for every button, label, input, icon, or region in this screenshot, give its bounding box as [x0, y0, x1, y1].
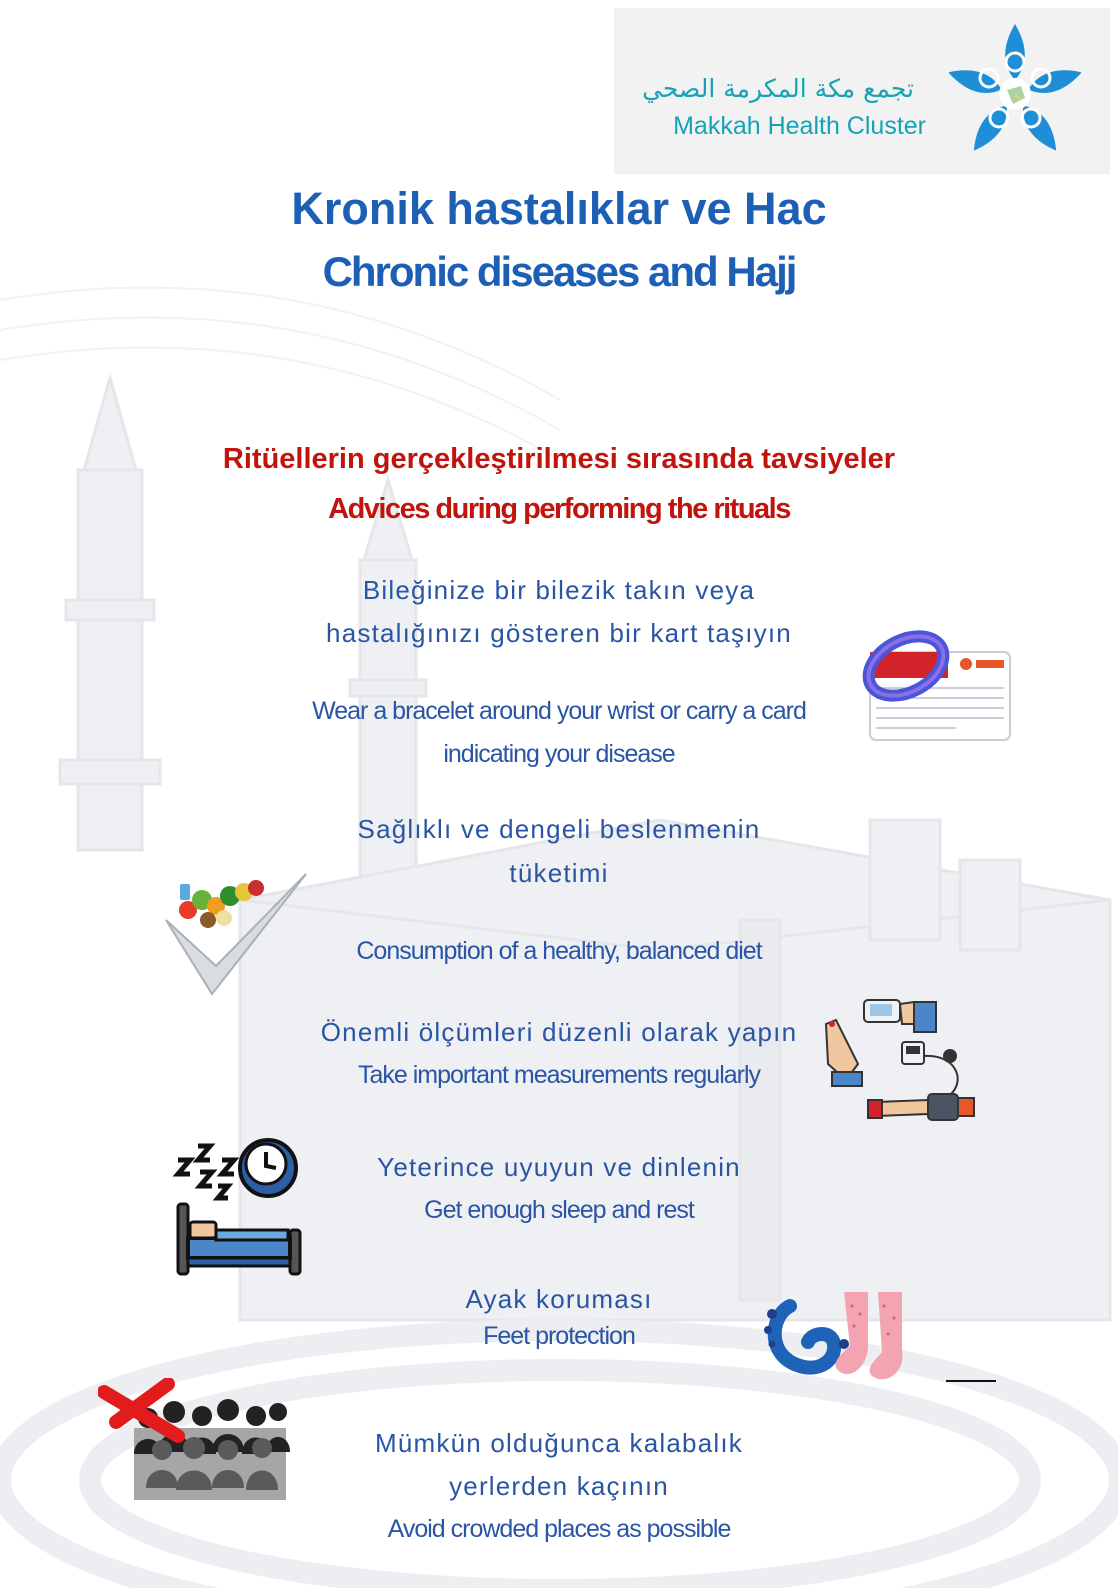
section-subtitle-english: Advices during performing the rituals: [328, 493, 791, 525]
advice-feet-english: Feet protection: [483, 1322, 636, 1350]
feet-socks-icon: [764, 1292, 903, 1380]
no-crowd-icon: [98, 1378, 290, 1500]
healthy-food-check-icon: [165, 873, 307, 996]
section-subtitle-turkish: Ritüellerin gerçekleştirilmesi sırasında…: [222, 443, 896, 475]
advice-sleep-turkish: Yeterince uyuyun ve dinlenin: [377, 1152, 741, 1182]
glucose-bp-measurement-icon: [824, 999, 975, 1121]
advice-sleep-english: Get enough sleep and rest: [424, 1196, 695, 1224]
logo-arabic-name: تجمع مكة المكرمة الصحي: [642, 74, 914, 103]
bracelet-card-icon: [862, 630, 1011, 741]
divider-line: [946, 1380, 996, 1382]
advice-crowds-english: Avoid crowded places as possible: [387, 1515, 732, 1543]
advice-bracelet-turkish-line-1: Bileğinize bir bilezik takın veya: [362, 575, 756, 605]
logo-english-name: Makkah Health Cluster: [673, 112, 926, 140]
page-title-english: Chronic diseases and Hajj: [322, 248, 798, 295]
page-title-turkish: Kronik hastalıklar ve Hac: [291, 183, 827, 234]
advice-diet-turkish-line-1: Sağlıklı ve dengeli beslenmenin: [357, 814, 761, 844]
logo-panel: تجمع مكة المكرمة الصحي Makkah Health Clu…: [614, 8, 1110, 174]
makkah-health-cluster-star-icon: [948, 24, 1082, 151]
sleep-bed-icon: [172, 1138, 302, 1276]
